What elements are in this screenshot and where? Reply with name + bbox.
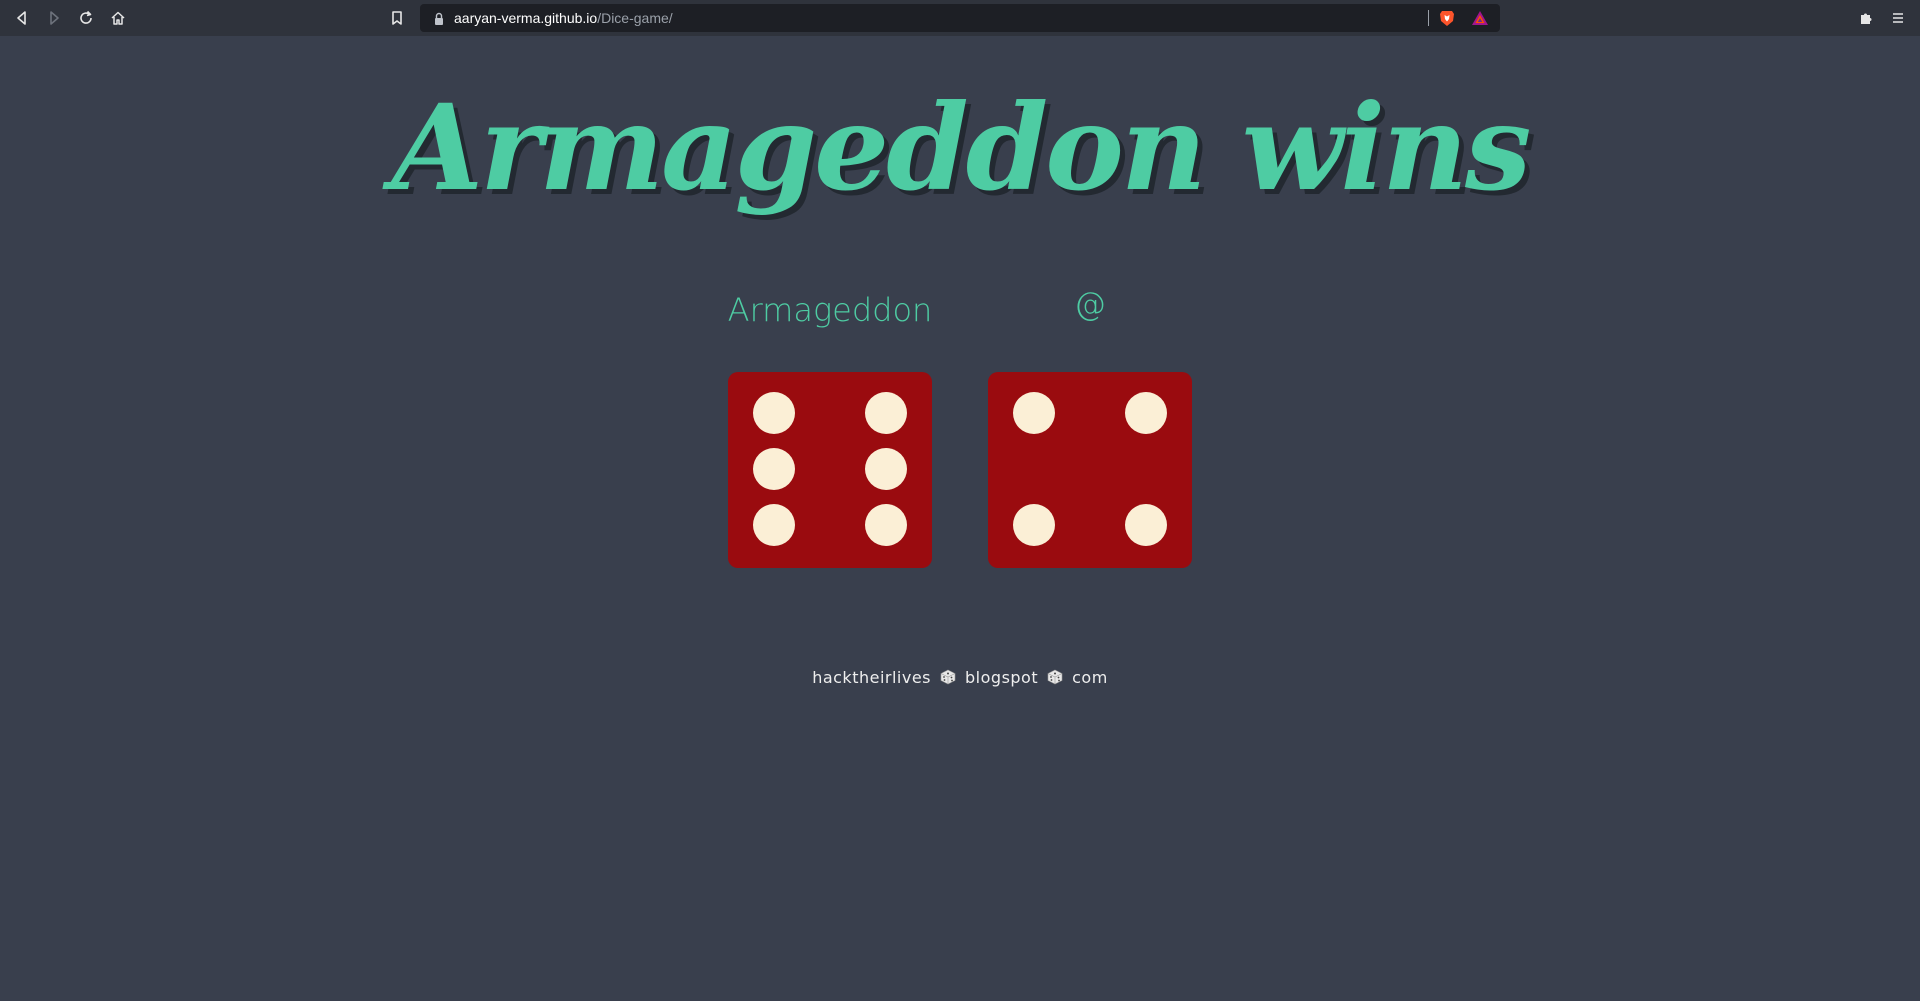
dice-pip — [865, 392, 907, 434]
footer: hacktheirlives blogspot com — [0, 668, 1920, 687]
dice-pip — [1013, 504, 1055, 546]
dice-pip — [1013, 392, 1055, 434]
lock-icon[interactable] — [432, 11, 446, 25]
dice-pip — [1125, 504, 1167, 546]
reload-icon[interactable] — [74, 6, 98, 30]
winner-title: Armageddon wins — [391, 78, 1532, 217]
puzzle-icon[interactable] — [1854, 6, 1878, 30]
dice-icon — [1047, 669, 1063, 685]
address-bar[interactable]: aaryan-verma.github.io/Dice-game/ — [420, 4, 1500, 32]
player1-dice — [728, 372, 932, 568]
dice-pip — [865, 448, 907, 490]
url-host: aaryan-verma.github.io — [454, 10, 598, 26]
bookmark-icon[interactable] — [385, 6, 409, 30]
browser-toolbar: aaryan-verma.github.io/Dice-game/ — [0, 0, 1920, 36]
hamburger-menu-icon[interactable] — [1886, 6, 1910, 30]
dice-pip — [753, 448, 795, 490]
player2-name: @ — [1074, 285, 1106, 323]
url-text[interactable]: aaryan-verma.github.io/Dice-game/ — [454, 9, 673, 27]
forward-arrow-icon[interactable] — [42, 6, 66, 30]
footer-text-part1: hacktheirlives — [812, 668, 932, 687]
player2-dice — [988, 372, 1192, 568]
back-arrow-icon[interactable] — [10, 6, 34, 30]
url-divider — [1428, 10, 1429, 26]
dice-pip — [753, 504, 795, 546]
home-icon[interactable] — [106, 6, 130, 30]
dice-pip — [1125, 392, 1167, 434]
url-path: /Dice-game/ — [597, 10, 673, 26]
dice-pip — [865, 504, 907, 546]
dice-icon — [940, 669, 956, 685]
footer-text-part2: blogspot — [965, 668, 1039, 687]
brave-shield-icon[interactable] — [1438, 9, 1456, 27]
footer-text-part3: com — [1072, 668, 1108, 687]
brave-rewards-icon[interactable] — [1471, 9, 1489, 27]
dice-pip — [753, 392, 795, 434]
player1-name: Armageddon — [727, 291, 933, 329]
